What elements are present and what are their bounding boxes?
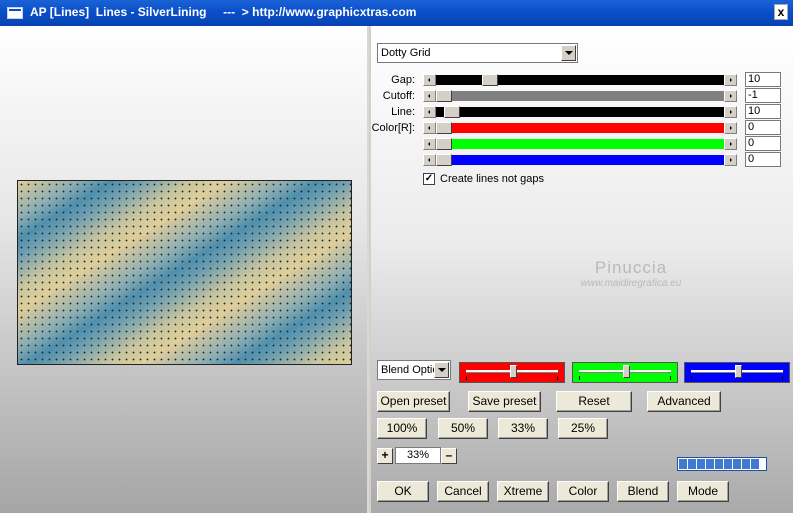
open-preset-button[interactable]: Open preset: [377, 391, 450, 412]
blend-green-slider[interactable]: [572, 362, 678, 383]
window-title: AP [Lines] Lines - SilverLining --- > ht…: [30, 5, 417, 19]
slider-left-arrow-icon[interactable]: [423, 138, 436, 150]
progress-segment: [724, 459, 732, 469]
slider-track[interactable]: [436, 155, 724, 165]
slider-label-gap: Gap:: [391, 74, 415, 86]
line-value-field[interactable]: 10: [745, 104, 781, 119]
advanced-button[interactable]: Advanced: [647, 391, 721, 412]
slider-label-color-r: Color[R]:: [371, 122, 415, 134]
cutoff-value-field[interactable]: -1: [745, 88, 781, 103]
progress-segment: [715, 459, 723, 469]
zoom-33-button[interactable]: 33%: [498, 418, 548, 439]
color-red-slider[interactable]: [423, 122, 737, 134]
title-bar: AP [Lines] Lines - SilverLining --- > ht…: [0, 0, 793, 26]
gap-value-field[interactable]: 10: [745, 72, 781, 87]
slider-knob[interactable]: [623, 365, 630, 378]
slider-thumb[interactable]: [444, 106, 460, 118]
slider-knob[interactable]: [510, 365, 517, 378]
slider-right-arrow-icon[interactable]: [724, 74, 737, 86]
progress-segment: [742, 459, 750, 469]
blend-options-dropdown[interactable]: Blend Optio: [377, 360, 451, 380]
controls-pane: Dotty Grid Gap: 10 Cutoff: -1 Line: 10 C…: [371, 26, 793, 513]
slider-track[interactable]: [436, 139, 724, 149]
slider-thumb[interactable]: [436, 90, 452, 102]
zoom-value-field[interactable]: 33%: [395, 447, 441, 464]
blend-red-slider[interactable]: [459, 362, 565, 383]
zoom-out-button[interactable]: –: [441, 448, 457, 464]
progress-segment: [733, 459, 741, 469]
slider-thumb[interactable]: [436, 122, 452, 134]
reset-button[interactable]: Reset: [556, 391, 632, 412]
zoom-in-button[interactable]: +: [377, 448, 393, 464]
watermark-name: Pinuccia: [594, 258, 668, 277]
color-green-slider[interactable]: [423, 138, 737, 150]
slider-right-arrow-icon[interactable]: [724, 122, 737, 134]
blend-blue-slider[interactable]: [684, 362, 790, 383]
slider-track[interactable]: [436, 91, 724, 101]
save-preset-button[interactable]: Save preset: [468, 391, 541, 412]
slider-left-arrow-icon[interactable]: [423, 154, 436, 166]
create-lines-label: Create lines not gaps: [440, 173, 544, 185]
progress-segment: [679, 459, 687, 469]
watermark: Pinuccia www.maidiregrafica.eu: [551, 258, 711, 289]
xtreme-button[interactable]: Xtreme: [497, 481, 549, 502]
mode-button[interactable]: Mode: [677, 481, 729, 502]
app-window-icon: [7, 7, 23, 19]
slider-left-arrow-icon[interactable]: [423, 106, 436, 118]
cutoff-slider[interactable]: [423, 90, 737, 102]
color-blue-slider[interactable]: [423, 154, 737, 166]
close-button[interactable]: x: [774, 4, 788, 20]
color-red-value-field[interactable]: 0: [745, 120, 781, 135]
preview-image: [17, 180, 352, 365]
slider-right-arrow-icon[interactable]: [724, 90, 737, 102]
progress-segment: [697, 459, 705, 469]
slider-label-cutoff: Cutoff:: [382, 90, 415, 102]
slider-label-line: Line:: [391, 106, 415, 118]
slider-thumb[interactable]: [436, 138, 452, 150]
zoom-100-button[interactable]: 100%: [377, 418, 427, 439]
cancel-button[interactable]: Cancel: [437, 481, 489, 502]
slider-track[interactable]: [436, 107, 724, 117]
chevron-down-icon[interactable]: [434, 362, 449, 378]
blend-button[interactable]: Blend: [617, 481, 669, 502]
create-lines-checkbox[interactable]: ✓: [423, 173, 435, 185]
color-button[interactable]: Color: [557, 481, 609, 502]
slider-left-arrow-icon[interactable]: [423, 122, 436, 134]
slider-track[interactable]: [436, 75, 724, 85]
progress-bar: [677, 457, 767, 471]
slider-track[interactable]: [436, 123, 724, 133]
progress-segment: [688, 459, 696, 469]
progress-segment: [706, 459, 714, 469]
gap-slider[interactable]: [423, 74, 737, 86]
preset-dropdown-value: Dotty Grid: [381, 47, 431, 59]
watermark-url: www.maidiregrafica.eu: [580, 278, 682, 289]
slider-right-arrow-icon[interactable]: [724, 154, 737, 166]
color-blue-value-field[interactable]: 0: [745, 152, 781, 167]
slider-right-arrow-icon[interactable]: [724, 138, 737, 150]
zoom-25-button[interactable]: 25%: [558, 418, 608, 439]
slider-thumb[interactable]: [436, 154, 452, 166]
zoom-50-button[interactable]: 50%: [438, 418, 488, 439]
blend-options-value: Blend Optio: [381, 364, 436, 376]
line-slider[interactable]: [423, 106, 737, 118]
color-green-value-field[interactable]: 0: [745, 136, 781, 151]
preview-pane: [0, 26, 369, 513]
preset-dropdown[interactable]: Dotty Grid: [377, 43, 578, 63]
slider-left-arrow-icon[interactable]: [423, 74, 436, 86]
slider-knob[interactable]: [735, 365, 742, 378]
ok-button[interactable]: OK: [377, 481, 429, 502]
chevron-down-icon[interactable]: [561, 45, 576, 61]
slider-thumb[interactable]: [482, 74, 498, 86]
slider-left-arrow-icon[interactable]: [423, 90, 436, 102]
progress-segment: [751, 459, 759, 469]
slider-right-arrow-icon[interactable]: [724, 106, 737, 118]
